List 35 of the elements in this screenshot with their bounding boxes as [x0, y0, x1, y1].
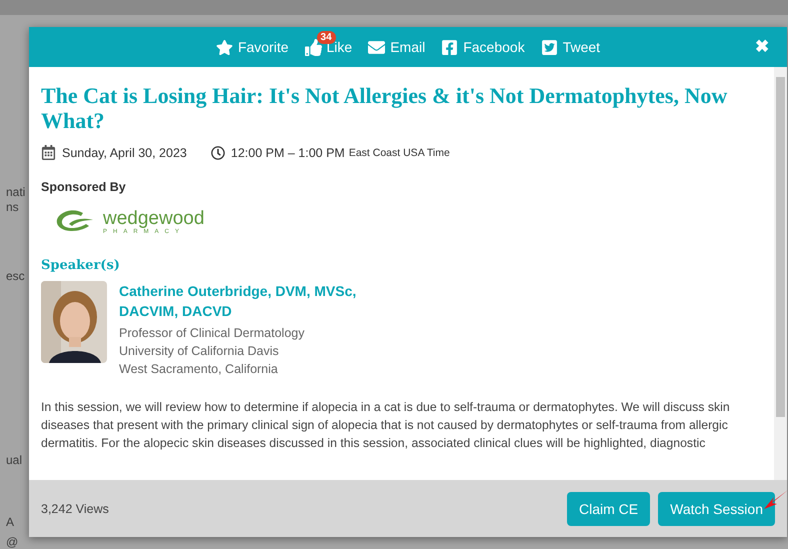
speaker-detail: Professor of Clinical Dermatology	[119, 325, 306, 342]
background-text: @	[6, 535, 18, 549]
timezone-label: East Coast USA Time	[348, 146, 450, 158]
speaker-detail: West Sacramento, California	[119, 361, 279, 378]
action-button[interactable]: Claim CE	[567, 492, 650, 526]
calendar-icon	[41, 145, 56, 160]
facebook-icon	[441, 38, 458, 56]
share-link[interactable]: Email	[368, 38, 426, 56]
sponsor-logo-name: wedgewood	[103, 209, 204, 229]
sponsored-heading: Sponsored By	[41, 180, 127, 194]
share-link[interactable]: Tweet	[540, 38, 600, 56]
background-text: nati	[6, 185, 26, 199]
clock-icon	[210, 146, 225, 160]
share-link[interactable]: Facebook	[441, 38, 525, 56]
view-count: 3,242 Views	[41, 502, 110, 516]
speaker-name-link[interactable]: Catherine Outerbridge, DVM, MVSc, DACVIM, DACVD	[119, 281, 389, 321]
close-button[interactable]: ✖	[755, 36, 769, 57]
session-description: In this session, we will review how to determine if alopecia in a cat is due to self-trauma or dermatophytes. We will discuss skin diseases that present with the primary clinical sign of alopecia that is not caused by dermatophytes or self-trauma from allergic dermatitis. For the alopecic skin diseases discussed in this session, associated clinical clues will be highlighted, diagnostic	[41, 399, 731, 452]
twitter-icon	[540, 38, 558, 56]
thumbs-up-icon	[304, 38, 322, 56]
session-title: The Cat is Losing Hair: It's Not Allergies & it's Not Dermatophytes, Now What?	[41, 83, 728, 133]
like-count-badge: 34	[316, 30, 336, 44]
scrollbar[interactable]	[774, 67, 787, 480]
background-text: ns	[6, 200, 19, 214]
session-time: 12:00 PM – 1:00 PM	[230, 146, 345, 160]
star-icon	[216, 38, 233, 56]
background-text: A	[6, 515, 14, 529]
share-link[interactable]: Favorite	[216, 38, 289, 56]
background-text: esc	[6, 269, 25, 283]
speaker-detail: University of California Davis	[119, 343, 280, 360]
background-text: ual	[6, 453, 22, 467]
speakers-heading: Speaker(s)	[41, 258, 121, 273]
envelope-icon	[368, 38, 386, 56]
action-button[interactable]: Watch Session	[658, 492, 775, 526]
session-date: Sunday, April 30, 2023	[62, 146, 187, 160]
